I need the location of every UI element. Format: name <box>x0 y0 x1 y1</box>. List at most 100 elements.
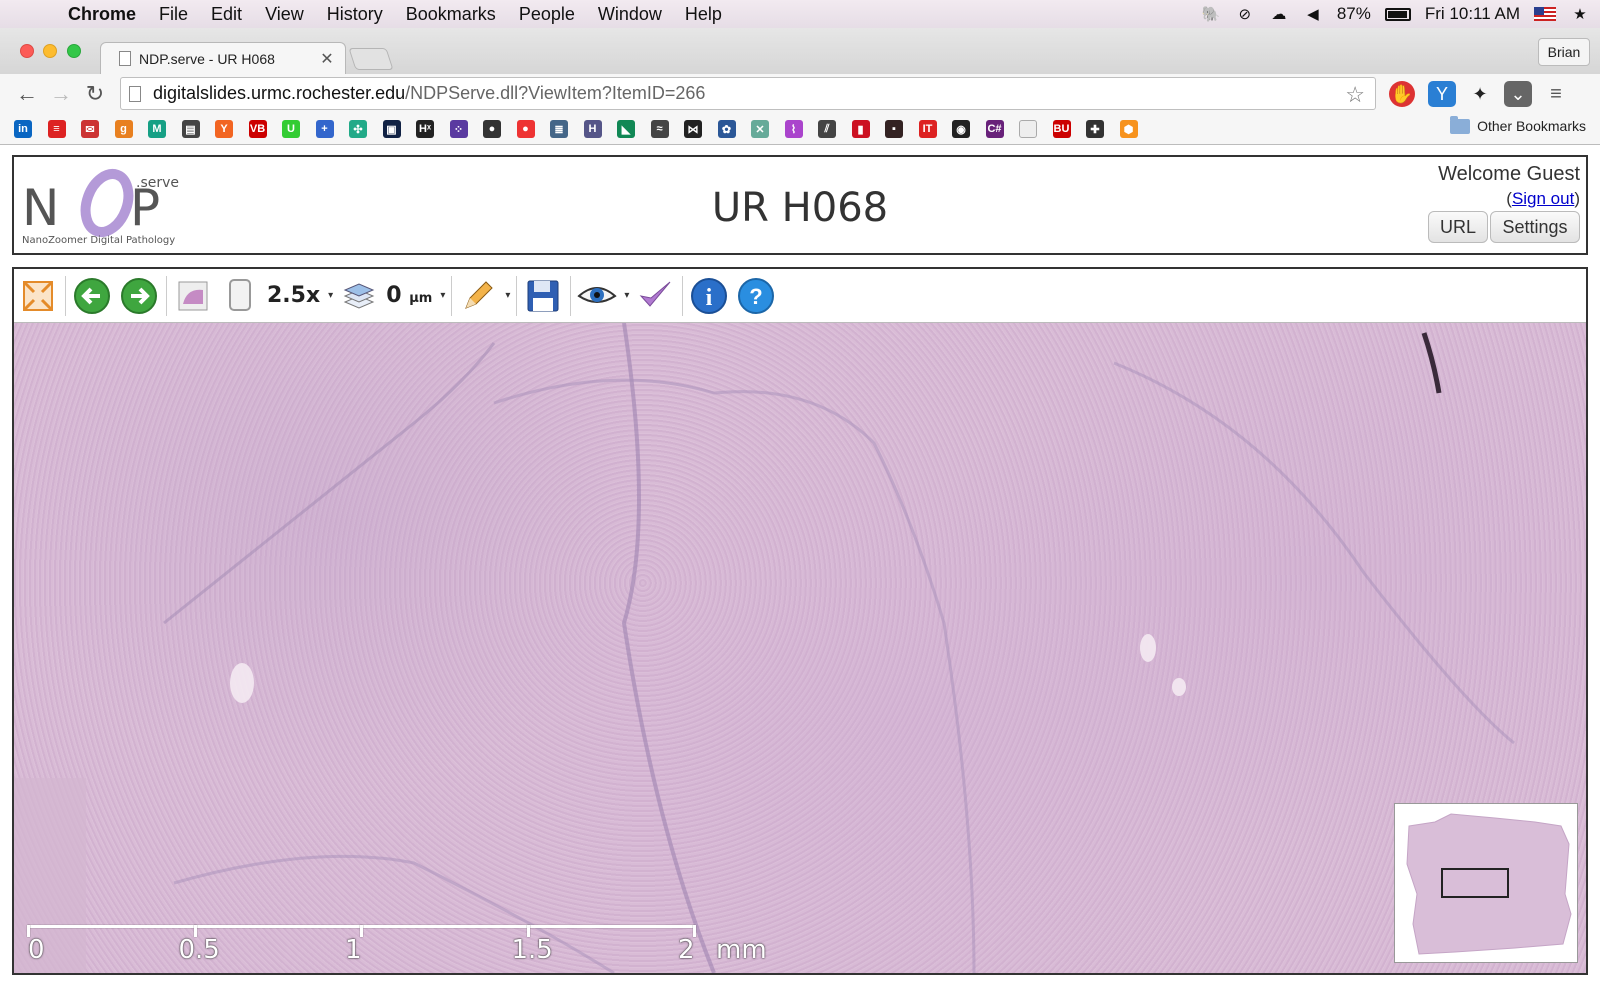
pencil-annotate-icon[interactable] <box>458 276 498 316</box>
waves-icon[interactable]: ≈ <box>650 120 669 138</box>
flower-icon[interactable]: ✿ <box>717 120 736 138</box>
network-icon[interactable]: ✕ <box>751 120 769 138</box>
vb-icon[interactable]: VB <box>248 120 267 138</box>
info-icon[interactable]: i <box>689 276 729 316</box>
tomato-icon[interactable]: ● <box>516 120 535 138</box>
settings-button[interactable]: Settings <box>1490 211 1580 243</box>
menu-file[interactable]: File <box>159 4 188 25</box>
tissue-overlay <box>14 323 1515 973</box>
help-icon[interactable]: ? <box>736 276 776 316</box>
it-icon[interactable]: IT <box>918 120 937 138</box>
fit-to-screen-icon[interactable] <box>18 276 58 316</box>
viewport-indicator[interactable] <box>1441 868 1509 898</box>
focus-depth[interactable]: 0 µm <box>386 283 432 308</box>
grid-icon[interactable]: ▣ <box>382 120 401 138</box>
window-minimize-button[interactable] <box>43 44 57 58</box>
menu-edit[interactable]: Edit <box>211 4 242 25</box>
back-arrow-icon[interactable]: ← <box>14 81 40 107</box>
plus-icon[interactable]: + <box>315 120 334 138</box>
bowtie-icon[interactable]: ⋈ <box>684 120 702 138</box>
eye-visibility-icon[interactable] <box>577 276 618 316</box>
battery-icon[interactable] <box>1384 7 1411 21</box>
adblock-extension-icon[interactable]: ✋ <box>1389 81 1415 107</box>
hx-icon[interactable]: Hˣ <box>416 120 434 138</box>
url-button[interactable]: URL <box>1428 211 1488 243</box>
m-icon[interactable]: M <box>148 120 166 138</box>
bu-icon[interactable]: BU <box>1052 120 1071 138</box>
database-icon[interactable]: ≣ <box>550 120 568 138</box>
magnification-value[interactable]: 2.5x <box>267 283 320 308</box>
svg-text:i: i <box>706 285 713 311</box>
other-bookmarks[interactable]: Other Bookmarks <box>1450 115 1586 134</box>
volume-icon[interactable]: ◀ <box>1303 5 1323 23</box>
back-green-arrow-icon[interactable] <box>72 276 112 316</box>
lines-icon[interactable]: ⫽ <box>818 120 836 138</box>
scale-tick-label: 1 <box>345 935 362 965</box>
feather-icon[interactable]: ⌇ <box>784 120 803 138</box>
battery-percent: 87% <box>1336 4 1371 23</box>
chrome-menu-icon[interactable]: ≡ <box>1542 81 1570 107</box>
tab-close-icon[interactable]: ✕ <box>317 49 337 69</box>
menu-window[interactable]: Window <box>598 4 662 25</box>
chart-icon[interactable]: ◣ <box>617 120 635 138</box>
hexagon-icon[interactable]: ⬢ <box>1119 120 1138 138</box>
press-icon[interactable]: ● <box>483 120 501 138</box>
slide-thumbnail-icon[interactable] <box>173 276 213 316</box>
csharp-icon[interactable]: C# <box>985 120 1004 138</box>
window-zoom-button[interactable] <box>67 44 81 58</box>
cloud-icon[interactable]: ☁ <box>1269 5 1289 23</box>
profile-button[interactable]: Brian <box>1538 38 1590 66</box>
ycombinator-icon[interactable]: Y <box>215 120 233 138</box>
pocket-extension-icon[interactable]: ⌄ <box>1504 81 1532 107</box>
mail-icon[interactable]: ✉ <box>81 120 99 138</box>
puzzle-extension-icon[interactable]: ✦ <box>1466 81 1494 107</box>
sync-icon[interactable]: ⊘ <box>1235 5 1255 23</box>
menu-people[interactable]: People <box>519 4 575 25</box>
menu-view[interactable]: View <box>265 4 304 25</box>
bars-icon[interactable]: ▮ <box>851 120 870 138</box>
g-icon[interactable]: g <box>114 120 133 138</box>
y-extension-icon[interactable]: Y <box>1428 81 1456 107</box>
forward-arrow-icon[interactable]: → <box>48 81 74 107</box>
menu-app-name[interactable]: Chrome <box>68 4 136 25</box>
menubar-clock[interactable]: Fri 10:11 AM <box>1425 4 1520 24</box>
us-flag-icon[interactable] <box>1534 7 1556 21</box>
slide-image[interactable]: mm 0 0.5 1 1.5 2 <box>14 323 1586 973</box>
eye-dropdown-icon[interactable]: ▾ <box>624 290 629 301</box>
star-icon[interactable]: ★ <box>1570 5 1590 23</box>
evernote-icon[interactable]: 🐘 <box>1201 5 1221 23</box>
menu-help[interactable]: Help <box>685 4 722 25</box>
magnification-dropdown-icon[interactable]: ▾ <box>328 290 333 301</box>
menu-history[interactable]: History <box>327 4 383 25</box>
linkedin-icon[interactable]: in <box>14 120 32 138</box>
dark-icon[interactable]: ▪ <box>885 120 903 138</box>
other-bookmarks-label: Other Bookmarks <box>1477 118 1586 134</box>
annotate-dropdown-icon[interactable]: ▾ <box>505 290 510 301</box>
news-icon[interactable]: ▤ <box>181 120 200 138</box>
menu-bookmarks[interactable]: Bookmarks <box>406 4 496 25</box>
pinwheel-icon[interactable]: ✣ <box>349 120 367 138</box>
u-icon[interactable]: U <box>282 120 300 138</box>
z-stack-layers-icon[interactable] <box>339 276 379 316</box>
sign-out-link[interactable]: Sign out <box>1512 189 1574 208</box>
page-info-icon[interactable] <box>129 85 141 102</box>
checkmark-icon[interactable] <box>635 276 675 316</box>
h-icon[interactable]: H <box>583 120 602 138</box>
bookmark-star-icon[interactable]: ☆ <box>1345 82 1365 108</box>
forward-green-arrow-icon[interactable] <box>119 276 159 316</box>
slide-label-icon[interactable] <box>220 276 260 316</box>
window-close-button[interactable] <box>20 44 34 58</box>
reload-icon[interactable]: ↻ <box>82 81 108 107</box>
browser-tab-active[interactable]: NDP.serve - UR H068 ✕ <box>100 42 346 74</box>
cross-icon[interactable]: ✚ <box>1086 120 1104 138</box>
tab-title: NDP.serve - UR H068 <box>139 50 275 67</box>
page-icon[interactable] <box>1019 120 1037 138</box>
new-tab-button[interactable] <box>348 48 394 70</box>
dots-icon[interactable]: ⁘ <box>449 120 468 138</box>
slide-overview-thumbnail[interactable] <box>1394 803 1578 963</box>
address-bar[interactable]: digitalslides.urmc.rochester.edu/NDPServ… <box>120 77 1376 110</box>
focus-dropdown-icon[interactable]: ▾ <box>440 290 445 301</box>
stack-icon[interactable]: ≡ <box>47 120 66 138</box>
target-icon[interactable]: ◉ <box>952 120 970 138</box>
save-disk-icon[interactable] <box>523 276 563 316</box>
